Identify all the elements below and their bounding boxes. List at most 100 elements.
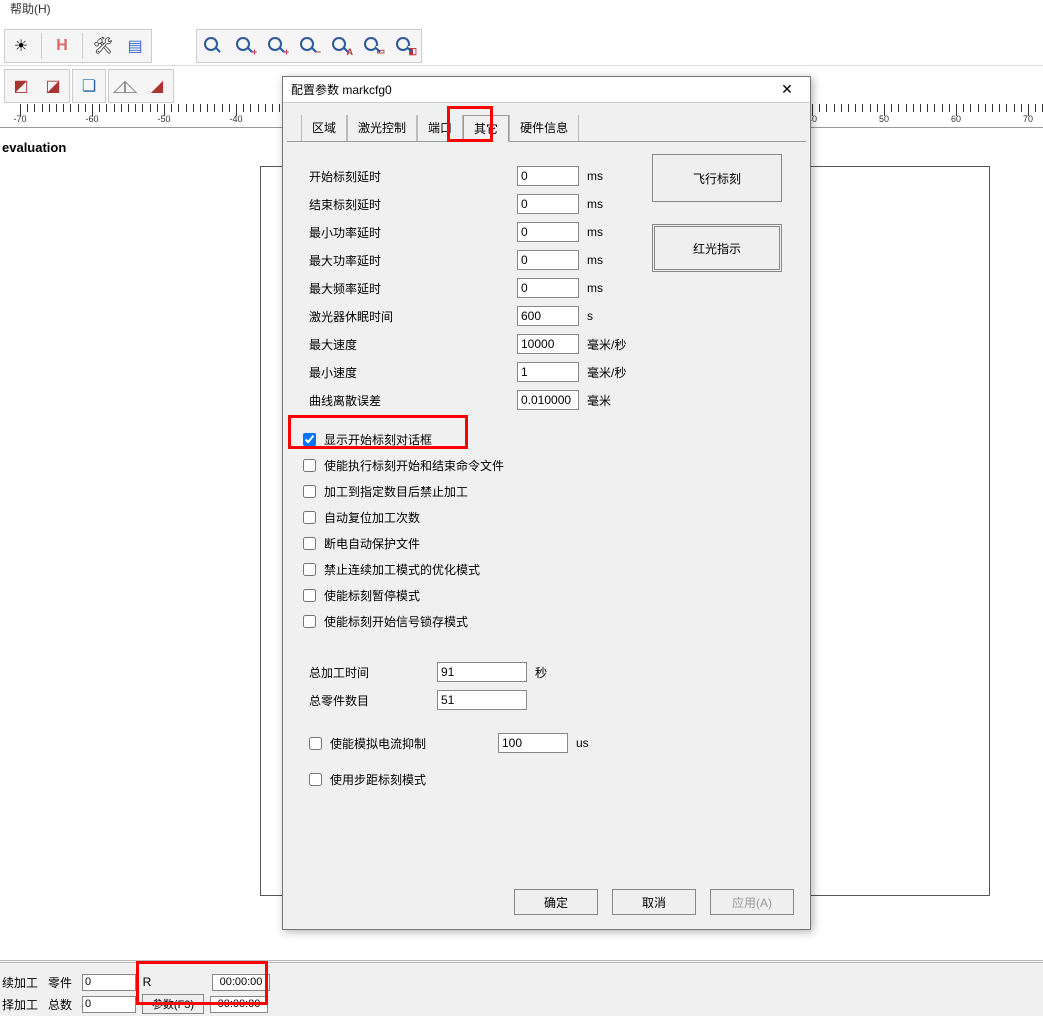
menu-bar: 帮助(H) bbox=[0, 0, 1043, 20]
total-label: 总零件数目 bbox=[309, 692, 429, 709]
check-row-1: 使能执行标刻开始和结束命令文件 bbox=[303, 452, 788, 478]
tab-0[interactable]: 区域 bbox=[301, 115, 347, 142]
ruler-tick-label: -50 bbox=[157, 114, 170, 124]
param-input[interactable] bbox=[517, 306, 579, 326]
ok-button[interactable]: 确定 bbox=[514, 889, 598, 915]
check-row-5: 禁止连续加工模式的优化模式 bbox=[303, 556, 788, 582]
check-7[interactable] bbox=[303, 615, 316, 628]
param-row-8: 曲线离散误差 毫米 bbox=[309, 386, 788, 414]
tab-3[interactable]: 其它 bbox=[463, 115, 509, 142]
param-f3-button[interactable]: 参数(F3) bbox=[142, 994, 204, 1014]
fly-mark-button[interactable]: 飞行标刻 bbox=[652, 154, 782, 202]
check-label: 显示开始标刻对话框 bbox=[324, 431, 432, 448]
zoom-fit-icon[interactable]: ▭ bbox=[359, 32, 387, 60]
zoom-a-icon[interactable]: A bbox=[327, 32, 355, 60]
param-input[interactable] bbox=[517, 250, 579, 270]
h-icon[interactable]: H bbox=[48, 32, 76, 60]
cancel-button[interactable]: 取消 bbox=[612, 889, 696, 915]
mirror-v-icon[interactable]: ◢ bbox=[143, 72, 171, 100]
bp-label-continue: 续加工 bbox=[2, 974, 42, 991]
sim-current-input[interactable] bbox=[498, 733, 568, 753]
toolbar-group-mirror: ◿◺ ◢ bbox=[108, 69, 174, 103]
param-unit: 毫米 bbox=[587, 392, 647, 409]
list-icon[interactable]: ▤ bbox=[121, 32, 149, 60]
bp-label-select: 择加工 bbox=[2, 996, 42, 1013]
toolbar-group-select: ◩ ◪ bbox=[4, 69, 70, 103]
param-unit: ms bbox=[587, 169, 647, 183]
tab-4[interactable]: 硬件信息 bbox=[509, 115, 579, 142]
zoom-out-icon[interactable]: − bbox=[295, 32, 323, 60]
sim-current-row: 使能模拟电流抑制 us bbox=[309, 730, 788, 756]
menu-help[interactable]: 帮助(H) bbox=[4, 0, 57, 18]
step-mode-row: 使用步距标刻模式 bbox=[309, 766, 788, 792]
check-label: 加工到指定数目后禁止加工 bbox=[324, 483, 468, 500]
select-all-icon[interactable]: ◩ bbox=[7, 72, 35, 100]
evaluation-label: evaluation bbox=[2, 140, 66, 155]
dialog-title: 配置参数 markcfg0 bbox=[291, 81, 392, 98]
select-none-icon[interactable]: ◪ bbox=[39, 72, 67, 100]
toolbar-group-zoom: + + − A ▭ ◧ bbox=[196, 29, 422, 63]
bp-part-input[interactable] bbox=[82, 974, 136, 991]
total-row-0: 总加工时间秒 bbox=[309, 658, 788, 686]
param-unit: ms bbox=[587, 281, 647, 295]
check-label: 使能执行标刻开始和结束命令文件 bbox=[324, 457, 504, 474]
total-input[interactable] bbox=[437, 662, 527, 682]
separator bbox=[82, 33, 83, 59]
param-label: 激光器休眠时间 bbox=[309, 308, 509, 325]
zoom-in2-icon[interactable]: + bbox=[263, 32, 291, 60]
layers-icon[interactable]: ❏ bbox=[75, 72, 103, 100]
toolbar-group-layers: ❏ bbox=[72, 69, 106, 103]
check-label: 使能标刻暂停模式 bbox=[324, 587, 420, 604]
check-row-0: 显示开始标刻对话框 bbox=[303, 426, 788, 452]
ruler-tick-label: 60 bbox=[951, 114, 961, 124]
check-row-2: 加工到指定数目后禁止加工 bbox=[303, 478, 788, 504]
param-input[interactable] bbox=[517, 166, 579, 186]
bp-sub-total: 总数 bbox=[48, 996, 76, 1013]
param-label: 开始标刻延时 bbox=[309, 168, 509, 185]
param-input[interactable] bbox=[517, 194, 579, 214]
zoom-icon[interactable] bbox=[199, 32, 227, 60]
check-4[interactable] bbox=[303, 537, 316, 550]
param-input[interactable] bbox=[517, 278, 579, 298]
total-row-1: 总零件数目 bbox=[309, 686, 788, 714]
bottom-panel: 续加工 零件 R 择加工 总数 参数(F3) bbox=[0, 960, 1043, 1016]
check-5[interactable] bbox=[303, 563, 316, 576]
dialog-buttons: 确定 取消 应用(A) bbox=[514, 889, 794, 915]
param-input[interactable] bbox=[517, 222, 579, 242]
close-icon[interactable]: ✕ bbox=[772, 80, 802, 100]
check-0[interactable] bbox=[303, 433, 316, 446]
param-label: 曲线离散误差 bbox=[309, 392, 509, 409]
ruler-tick-label: -60 bbox=[85, 114, 98, 124]
param-input[interactable] bbox=[517, 334, 579, 354]
dialog-tabstrip: 区域激光控制端口其它硬件信息 bbox=[283, 103, 810, 142]
param-unit: ms bbox=[587, 197, 647, 211]
check-1[interactable] bbox=[303, 459, 316, 472]
zoom-sel-icon[interactable]: ◧ bbox=[391, 32, 419, 60]
tab-1[interactable]: 激光控制 bbox=[347, 115, 417, 142]
toolbar-group-format: ☀ H 🛠 ▤ bbox=[4, 29, 152, 63]
check-3[interactable] bbox=[303, 511, 316, 524]
mirror-h-icon[interactable]: ◿◺ bbox=[111, 72, 139, 100]
param-input[interactable] bbox=[517, 362, 579, 382]
sim-current-label: 使能模拟电流抑制 bbox=[330, 735, 490, 752]
tab-2[interactable]: 端口 bbox=[417, 115, 463, 142]
total-input[interactable] bbox=[437, 690, 527, 710]
check-row-6: 使能标刻暂停模式 bbox=[303, 582, 788, 608]
ruler-tick-label: -40 bbox=[229, 114, 242, 124]
red-light-button[interactable]: 红光指示 bbox=[652, 224, 782, 272]
param-label: 最大速度 bbox=[309, 336, 509, 353]
param-input[interactable] bbox=[517, 390, 579, 410]
tools-icon[interactable]: 🛠 bbox=[89, 32, 117, 60]
ruler-tick-label: -70 bbox=[13, 114, 26, 124]
sim-current-checkbox[interactable] bbox=[309, 737, 322, 750]
bp-total-input[interactable] bbox=[82, 996, 136, 1013]
step-mode-checkbox[interactable] bbox=[309, 773, 322, 786]
zoom-in-icon[interactable]: + bbox=[231, 32, 259, 60]
bp-r-label: R bbox=[142, 975, 152, 989]
apply-button[interactable]: 应用(A) bbox=[710, 889, 794, 915]
check-row-7: 使能标刻开始信号锁存模式 bbox=[303, 608, 788, 634]
sun-icon[interactable]: ☀ bbox=[7, 32, 35, 60]
check-2[interactable] bbox=[303, 485, 316, 498]
bp-time1 bbox=[212, 974, 270, 991]
check-6[interactable] bbox=[303, 589, 316, 602]
